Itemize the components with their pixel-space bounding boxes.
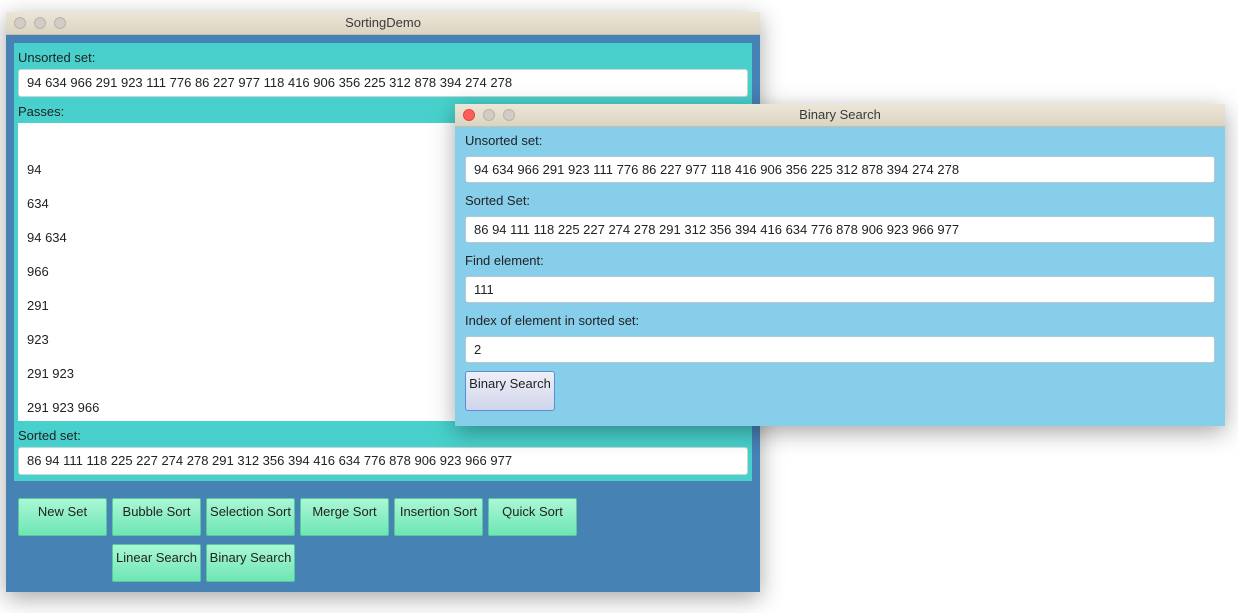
binary-search-window: Binary Search Unsorted set: 94 634 966 2…	[455, 104, 1225, 426]
bs-sorted-field[interactable]: 86 94 111 118 225 227 274 278 291 312 35…	[465, 216, 1215, 243]
find-element-label: Find element:	[465, 253, 544, 268]
quick-sort-button[interactable]: Quick Sort	[488, 498, 577, 536]
index-label: Index of element in sorted set:	[465, 313, 640, 328]
new-set-button[interactable]: New Set	[18, 498, 107, 536]
pass-line: 291 923	[27, 366, 74, 381]
merge-sort-button[interactable]: Merge Sort	[300, 498, 389, 536]
close-button[interactable]	[14, 17, 26, 29]
linear-search-button[interactable]: Linear Search	[112, 544, 201, 582]
bubble-sort-button[interactable]: Bubble Sort	[112, 498, 201, 536]
binary-search-button[interactable]: Binary Search	[206, 544, 295, 582]
main-titlebar[interactable]: SortingDemo	[6, 12, 760, 35]
minimize-button[interactable]	[483, 109, 495, 121]
selection-sort-button[interactable]: Selection Sort	[206, 498, 295, 536]
minimize-button[interactable]	[34, 17, 46, 29]
run-binary-search-button[interactable]: Binary Search	[465, 371, 555, 411]
insertion-sort-button[interactable]: Insertion Sort	[394, 498, 483, 536]
pass-line: 634	[27, 196, 49, 211]
window-controls	[14, 17, 66, 29]
pass-line: 94 634	[27, 230, 67, 245]
bs-sorted-label: Sorted Set:	[465, 193, 531, 208]
binary-search-content: Unsorted set: 94 634 966 291 923 111 776…	[455, 127, 1225, 426]
bs-unsorted-label: Unsorted set:	[465, 133, 543, 148]
passes-label: Passes:	[18, 104, 65, 119]
index-result-field[interactable]: 2	[465, 336, 1215, 363]
close-button[interactable]	[463, 109, 475, 121]
window-title: Binary Search	[799, 107, 881, 122]
binary-search-titlebar[interactable]: Binary Search	[455, 104, 1225, 127]
pass-line: 94	[27, 162, 42, 177]
window-controls	[463, 109, 515, 121]
bs-unsorted-field[interactable]: 94 634 966 291 923 111 776 86 227 977 11…	[465, 156, 1215, 183]
pass-line: 966	[27, 264, 49, 279]
sorted-label: Sorted set:	[18, 428, 81, 443]
pass-line: 291	[27, 298, 49, 313]
sorted-set-field[interactable]: 86 94 111 118 225 227 274 278 291 312 35…	[18, 447, 748, 475]
window-title: SortingDemo	[345, 15, 421, 30]
unsorted-set-field[interactable]: 94 634 966 291 923 111 776 86 227 977 11…	[18, 69, 748, 97]
pass-line: 923	[27, 332, 49, 347]
find-element-input[interactable]: 111	[465, 276, 1215, 303]
zoom-button[interactable]	[503, 109, 515, 121]
unsorted-label: Unsorted set:	[18, 50, 96, 65]
pass-line: 291 923 966	[27, 400, 100, 415]
zoom-button[interactable]	[54, 17, 66, 29]
